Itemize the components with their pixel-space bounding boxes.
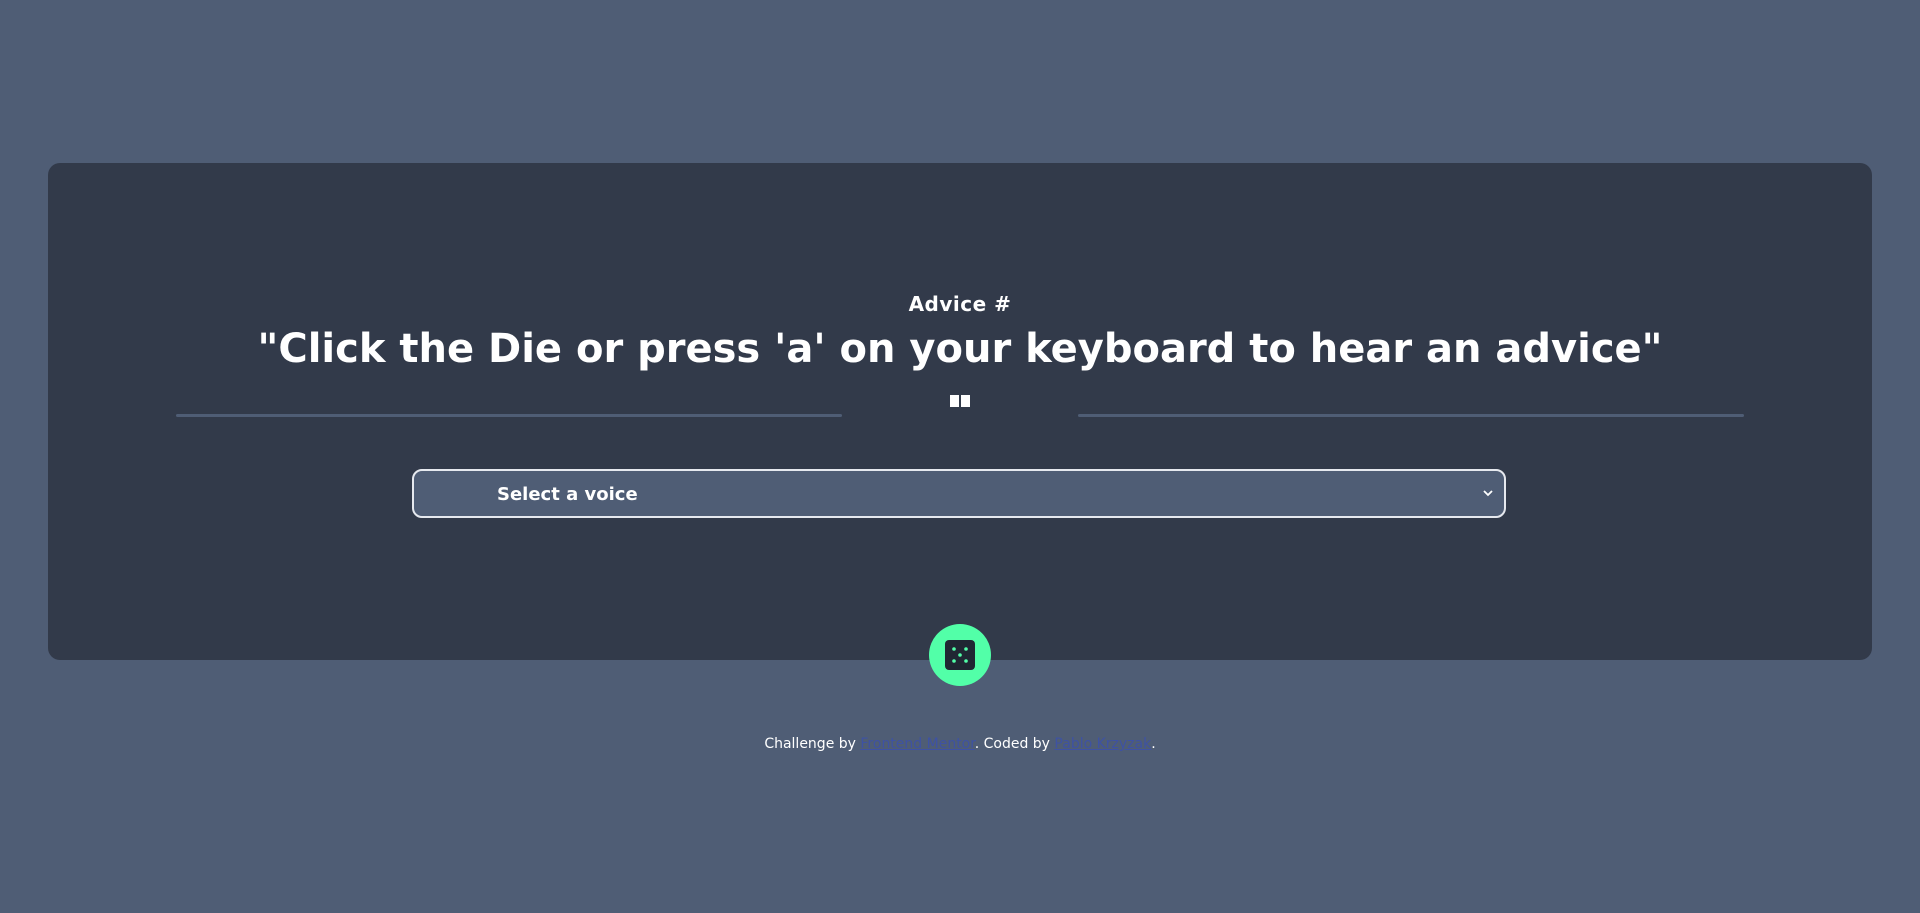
footer-suffix: . xyxy=(1151,736,1156,752)
dice-icon xyxy=(945,640,975,670)
footer-coded-prefix: . Coded by xyxy=(974,736,1050,752)
dice-button[interactable] xyxy=(929,624,991,686)
advice-card: Advice # "Click the Die or press 'a' on … xyxy=(48,163,1872,660)
author-link[interactable]: Pablo Krzyzak xyxy=(1054,736,1151,752)
divider-left xyxy=(176,414,842,417)
pause-icon xyxy=(948,393,972,407)
footer-attribution: Challenge by Frontend Mentor. Coded by P… xyxy=(0,736,1920,752)
footer-challenge-prefix: Challenge by xyxy=(764,736,856,752)
divider-right xyxy=(1078,414,1744,417)
voice-select[interactable]: Select a voice xyxy=(412,469,1506,518)
chevron-down-icon xyxy=(1483,490,1493,497)
frontend-mentor-link[interactable]: Frontend Mentor xyxy=(860,736,974,752)
advice-quote: "Click the Die or press 'a' on your keyb… xyxy=(257,326,1663,372)
advice-number-label: Advice # xyxy=(908,292,1012,316)
voice-select-value: Select a voice xyxy=(497,484,638,505)
